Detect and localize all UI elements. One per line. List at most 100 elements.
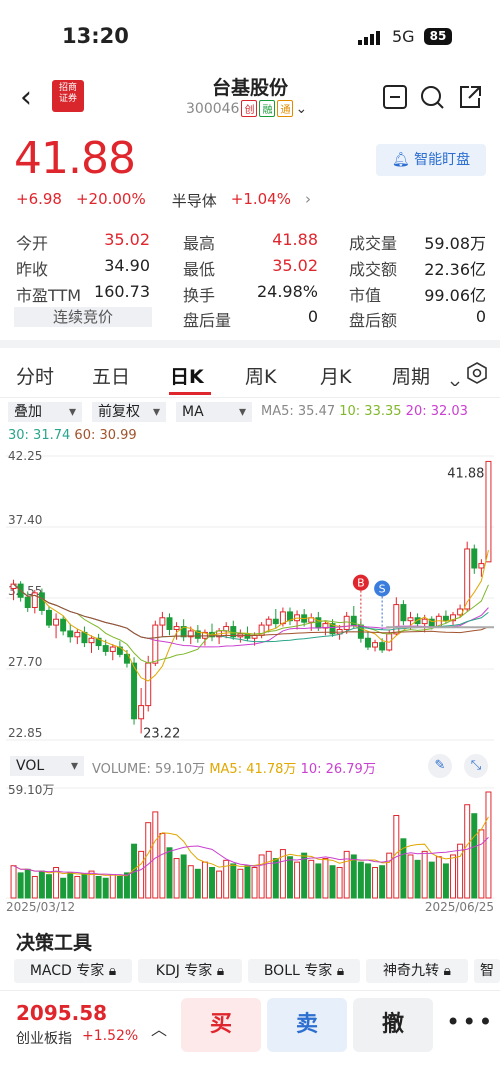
volume-bar bbox=[357, 861, 364, 899]
volume-bar bbox=[173, 858, 180, 899]
expand-icon[interactable]: ⤡ bbox=[464, 754, 488, 778]
y-tick-label: 27.70 bbox=[8, 655, 42, 669]
volume-bar bbox=[435, 856, 442, 899]
chevron-down-icon: ⌄ bbox=[295, 100, 308, 117]
chevron-down-icon[interactable] bbox=[450, 360, 460, 390]
battery-icon: 85 bbox=[424, 28, 452, 45]
volume-bar bbox=[159, 832, 166, 899]
share-icon[interactable] bbox=[457, 84, 483, 110]
tool-boll[interactable]: BOLL 专家 🔒︎ bbox=[248, 959, 360, 983]
sector-change[interactable]: +1.04% bbox=[231, 190, 291, 211]
volume-bar bbox=[322, 858, 329, 899]
volume-bar bbox=[343, 850, 350, 899]
volume-bar bbox=[237, 868, 244, 899]
buy-button[interactable]: 买 bbox=[181, 998, 261, 1052]
index-name[interactable]: 创业板指 bbox=[16, 1028, 72, 1048]
tab-day-k[interactable]: 日K bbox=[170, 362, 204, 389]
volume-bar bbox=[109, 874, 116, 899]
stat-label: 盘后量 bbox=[183, 311, 232, 330]
volume-bar bbox=[414, 859, 421, 899]
search-icon[interactable] bbox=[419, 84, 445, 110]
volume-legend: VOLUME: 59.10万 MA5: 41.78万 10: 26.79万 bbox=[92, 758, 376, 777]
stat-value: 35.02 bbox=[272, 256, 318, 275]
volume-bar bbox=[258, 854, 265, 899]
tab-week-k[interactable]: 周K bbox=[245, 362, 276, 389]
tool-kdj[interactable]: KDJ 专家 🔒︎ bbox=[138, 959, 242, 983]
volume-bar bbox=[329, 865, 336, 899]
volume-bar bbox=[209, 867, 215, 899]
y-tick-label: 37.40 bbox=[8, 513, 42, 527]
overlay-dropdown[interactable]: 叠加 bbox=[8, 402, 82, 422]
stat-label: 最低 bbox=[183, 260, 216, 279]
more-icon[interactable]: ••• bbox=[446, 1008, 494, 1036]
stock-code-row[interactable]: 300046 创 融 通 ⌄ bbox=[186, 100, 307, 117]
stat-value: 24.98% bbox=[256, 282, 318, 301]
volume-bar bbox=[428, 861, 435, 899]
sell-button[interactable]: 卖 bbox=[267, 998, 347, 1052]
sector-name[interactable]: 半导体 bbox=[172, 190, 217, 211]
stat-label: 市盈TTM bbox=[16, 286, 82, 305]
tab-month-k[interactable]: 月K bbox=[320, 362, 351, 389]
tab-period[interactable]: 周期 bbox=[392, 362, 430, 389]
price-change-pct: +20.00% bbox=[75, 190, 146, 208]
volume-bar bbox=[287, 856, 293, 899]
volume-bar bbox=[350, 854, 357, 899]
volume-bar bbox=[201, 861, 208, 899]
x-label-end: 2025/06/25 bbox=[425, 900, 494, 914]
tab-intraday[interactable]: 分时 bbox=[16, 362, 54, 389]
stat-value: 0 bbox=[475, 307, 486, 326]
chevron-up-icon[interactable]: ︿ bbox=[151, 1016, 167, 1040]
minus-square-icon[interactable] bbox=[382, 84, 408, 110]
volume-bar bbox=[265, 850, 272, 899]
volume-indicator-dropdown[interactable]: VOL bbox=[10, 756, 84, 776]
stock-name[interactable]: 台基股份 bbox=[180, 73, 320, 100]
volume-bar bbox=[294, 861, 301, 899]
candle-body bbox=[81, 631, 88, 644]
buy-marker-label: B bbox=[357, 577, 365, 590]
volume-bar bbox=[421, 850, 428, 899]
tool-macd-label: MACD 专家 bbox=[29, 963, 105, 979]
tool-more[interactable]: 智 bbox=[474, 959, 500, 983]
candle-body bbox=[379, 642, 386, 651]
candle-body bbox=[265, 618, 272, 626]
volume-bar bbox=[74, 875, 81, 899]
candle-body bbox=[421, 618, 428, 625]
change-row: +6.98 +20.00% 半导体 +1.04% › bbox=[16, 190, 311, 211]
sell-marker-label: S bbox=[379, 582, 386, 595]
volume-bar bbox=[301, 852, 308, 899]
index-value[interactable]: 2095.58 bbox=[16, 1001, 107, 1025]
price-change: +6.98 bbox=[16, 190, 62, 208]
bell-icon: 🔔︎ bbox=[391, 152, 415, 168]
index-change: +1.52% bbox=[82, 1028, 139, 1044]
smart-watch-button[interactable]: 🔔︎ 智能盯盘 bbox=[376, 144, 486, 176]
back-button[interactable]: ‹ bbox=[20, 80, 32, 115]
candle-body bbox=[24, 596, 31, 609]
vol-ma10-label: 10: 26.79万 bbox=[300, 762, 376, 777]
indicator-dropdown[interactable]: MA bbox=[176, 402, 252, 422]
volume-bar bbox=[187, 865, 194, 899]
volume-bar bbox=[194, 868, 201, 899]
current-price: 41.88 bbox=[14, 133, 136, 184]
tool-macd[interactable]: MACD 专家 🔒︎ bbox=[14, 959, 132, 983]
stat-label: 市值 bbox=[349, 286, 382, 305]
settings-icon[interactable] bbox=[466, 362, 488, 388]
candle-body bbox=[173, 626, 180, 630]
volume-bar bbox=[67, 872, 74, 899]
volume-chart[interactable]: 59.10万 2025/03/12 2025/06/25 bbox=[0, 780, 500, 915]
chevron-right-icon[interactable]: › bbox=[305, 190, 311, 211]
divider bbox=[0, 340, 500, 348]
volume-bar bbox=[230, 863, 237, 899]
edit-icon[interactable]: ✎ bbox=[428, 754, 452, 778]
adjust-dropdown[interactable]: 前复权 bbox=[92, 402, 166, 422]
lock-icon: 🔒︎ bbox=[443, 963, 451, 979]
auction-status: 连续竞价 bbox=[14, 307, 152, 327]
tool-magic-nine-label: 神奇九转 bbox=[383, 963, 440, 979]
lock-icon: 🔒︎ bbox=[108, 963, 117, 979]
x-label-start: 2025/03/12 bbox=[6, 900, 75, 914]
ma20-label: 20: 32.03 bbox=[405, 404, 468, 419]
candlestick-chart[interactable]: 42.2537.4032.5527.7022.8541.8823.22B S bbox=[0, 448, 500, 748]
tab-five-day[interactable]: 五日 bbox=[92, 362, 130, 389]
volume-bar bbox=[464, 804, 471, 899]
cancel-order-button[interactable]: 撤 bbox=[353, 998, 433, 1052]
tool-magic-nine[interactable]: 神奇九转 🔒︎ bbox=[366, 959, 468, 983]
